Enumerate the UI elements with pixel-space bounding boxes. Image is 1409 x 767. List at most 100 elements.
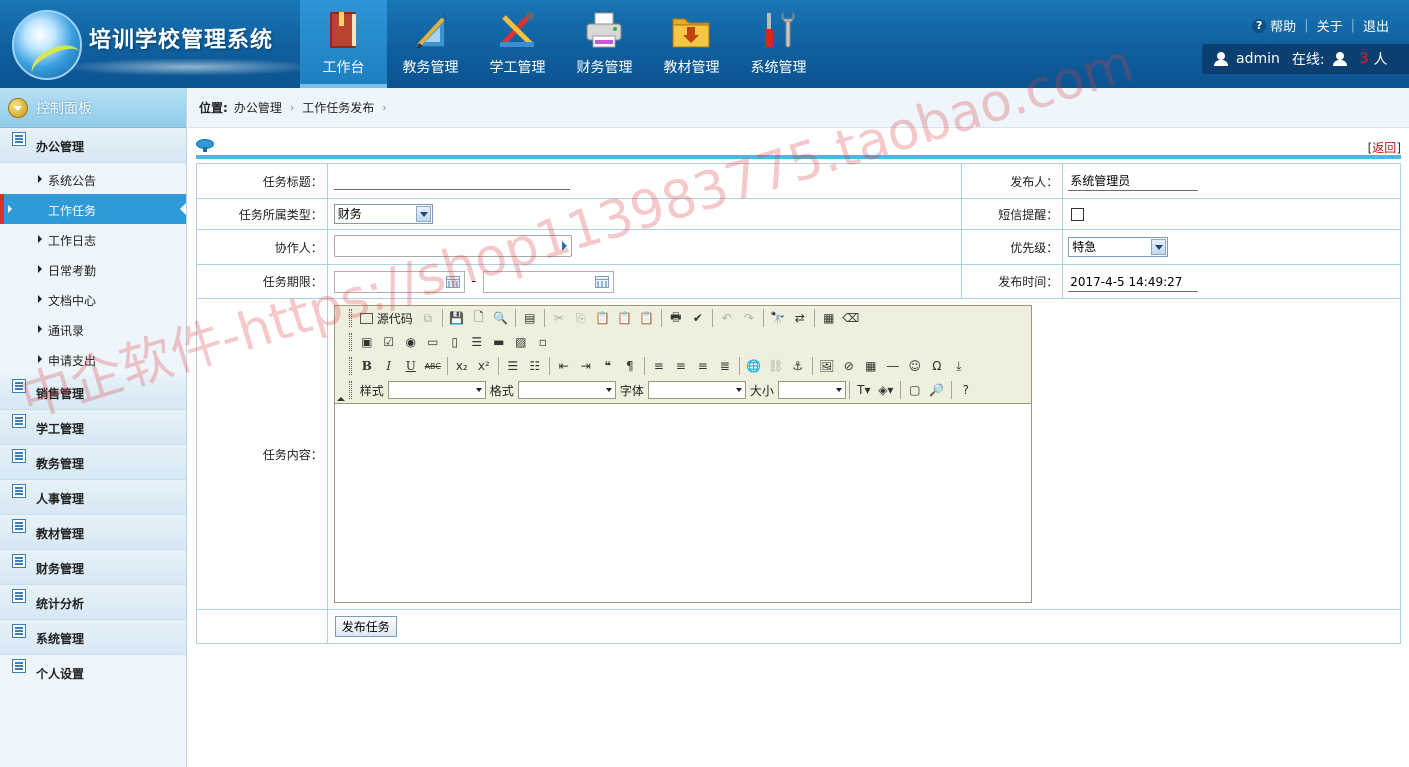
format-combo[interactable]	[517, 381, 616, 399]
bg-color-icon[interactable]: ◈▾	[875, 379, 897, 401]
replace-icon[interactable]: ⇄	[789, 307, 811, 329]
save-icon[interactable]: 💾	[446, 307, 468, 329]
back-link[interactable]: [返回]	[1368, 139, 1401, 156]
nav-item-system[interactable]: 系统管理	[735, 0, 822, 88]
hidden-field-icon[interactable]: ▫	[532, 331, 554, 353]
superscript-icon[interactable]: x²	[473, 355, 495, 377]
deadline-start-input[interactable]	[333, 270, 465, 293]
checkbox-icon[interactable]: ☑	[378, 331, 400, 353]
page-break-icon[interactable]: ⤓	[948, 355, 970, 377]
sidebar-item-expense-request[interactable]: 申请支出	[0, 344, 186, 374]
publish-time-field[interactable]: 2017-4-5 14:49:27	[1068, 272, 1199, 292]
sidebar-group-materials[interactable]: 教材管理	[0, 515, 186, 550]
sidebar-group-finance[interactable]: 财务管理	[0, 550, 186, 585]
align-left-icon[interactable]: ≡	[648, 355, 670, 377]
link-icon[interactable]: 🌐	[743, 355, 765, 377]
paste-text-icon[interactable]: 📋	[614, 307, 636, 329]
bullet-list-icon[interactable]: ☷	[524, 355, 546, 377]
horizontal-rule-icon[interactable]: ―	[882, 355, 904, 377]
undo-icon[interactable]: ↶	[716, 307, 738, 329]
special-char-icon[interactable]: Ω	[926, 355, 948, 377]
select-all-icon[interactable]: ▦	[818, 307, 840, 329]
publish-task-button[interactable]: 发布任务	[334, 616, 397, 637]
breadcrumb-item[interactable]: 工作任务发布	[302, 99, 374, 116]
editor-content-area[interactable]	[334, 404, 1031, 602]
form-icon[interactable]: ▣	[356, 331, 378, 353]
task-type-select[interactable]: 财务	[333, 204, 433, 224]
smiley-icon[interactable]: ☺	[904, 355, 926, 377]
table-icon[interactable]: ▦	[860, 355, 882, 377]
about-editor-icon[interactable]: ?	[955, 379, 977, 401]
nav-item-student-affairs[interactable]: 学工管理	[474, 0, 561, 88]
sidebar-item-attendance[interactable]: 日常考勤	[0, 254, 186, 284]
sidebar-group-student-affairs[interactable]: 学工管理	[0, 410, 186, 445]
nav-item-workbench[interactable]: 工作台	[300, 0, 387, 88]
templates-icon[interactable]: ▤	[519, 307, 541, 329]
select-field-icon[interactable]: ☰	[466, 331, 488, 353]
textfield-icon[interactable]: ▭	[422, 331, 444, 353]
font-combo[interactable]	[647, 381, 746, 399]
task-title-input[interactable]	[333, 170, 570, 190]
priority-select[interactable]: 特急	[1068, 237, 1169, 257]
control-panel-header[interactable]: 控制面板	[0, 88, 186, 128]
source-button[interactable]: 源代码	[356, 307, 417, 329]
nav-item-academic[interactable]: 教务管理	[387, 0, 474, 88]
copy-icon[interactable]: ⎘	[570, 307, 592, 329]
indent-icon[interactable]: ⇥	[575, 355, 597, 377]
deadline-end-input[interactable]	[482, 270, 614, 293]
sidebar-item-documents[interactable]: 文档中心	[0, 284, 186, 314]
sidebar-group-system[interactable]: 系统管理	[0, 620, 186, 655]
numbered-list-icon[interactable]: ☰	[502, 355, 524, 377]
textarea-icon[interactable]: ▯	[444, 331, 466, 353]
toolbar-collapse-icon[interactable]	[336, 397, 345, 401]
sidebar-group-statistics[interactable]: 统计分析	[0, 585, 186, 620]
find-icon[interactable]: 🔭	[767, 307, 789, 329]
nav-item-finance[interactable]: 财务管理	[561, 0, 648, 88]
button-field-icon[interactable]: ▬	[488, 331, 510, 353]
subscript-icon[interactable]: x₂	[451, 355, 473, 377]
preview-icon[interactable]: 🔍	[490, 307, 512, 329]
remove-format-icon[interactable]: ⌫	[840, 307, 862, 329]
paste-icon[interactable]: 📋	[592, 307, 614, 329]
text-color-icon[interactable]: T▾	[853, 379, 875, 401]
italic-icon[interactable]: I	[378, 355, 400, 377]
blockquote-icon[interactable]: ❝	[597, 355, 619, 377]
sidebar-group-personal[interactable]: 个人设置	[0, 655, 186, 690]
sidebar-item-contacts[interactable]: 通讯录	[0, 314, 186, 344]
spellcheck-icon[interactable]: ✔	[687, 307, 709, 329]
align-justify-icon[interactable]: ≣	[714, 355, 736, 377]
anchor-icon[interactable]: ⚓	[787, 355, 809, 377]
about-link[interactable]: 关于	[1317, 16, 1343, 35]
calendar-icon[interactable]	[594, 275, 609, 288]
outdent-icon[interactable]: ⇤	[553, 355, 575, 377]
sms-checkbox[interactable]	[1071, 208, 1085, 221]
sidebar-item-announcements[interactable]: 系统公告	[0, 164, 186, 194]
breadcrumb-item[interactable]: 办公管理	[234, 99, 282, 116]
calendar-icon[interactable]	[445, 275, 460, 288]
flash-icon[interactable]: ⊘	[838, 355, 860, 377]
help-link[interactable]: 帮助	[1270, 16, 1296, 35]
size-combo[interactable]	[777, 381, 846, 399]
show-blocks-icon[interactable]: 🔎	[926, 379, 948, 401]
style-combo[interactable]	[387, 381, 486, 399]
radio-icon[interactable]: ◉	[400, 331, 422, 353]
sidebar-group-sales[interactable]: 销售管理	[0, 375, 186, 410]
copy-format-icon[interactable]: ⧉	[417, 307, 439, 329]
bold-icon[interactable]: B	[356, 355, 378, 377]
print-icon[interactable]: 🖶	[665, 307, 687, 329]
new-page-icon[interactable]: 🗋	[468, 307, 490, 329]
image-button-icon[interactable]: ▨	[510, 331, 532, 353]
image-icon[interactable]: 🖼	[816, 355, 838, 377]
sidebar-group-academic[interactable]: 教务管理	[0, 445, 186, 480]
redo-icon[interactable]: ↷	[738, 307, 760, 329]
div-icon[interactable]: ¶	[619, 355, 641, 377]
sidebar-item-work-log[interactable]: 工作日志	[0, 224, 186, 254]
logout-link[interactable]: 退出	[1363, 16, 1389, 35]
nav-item-materials[interactable]: 教材管理	[648, 0, 735, 88]
sidebar-group-hr[interactable]: 人事管理	[0, 480, 186, 515]
align-right-icon[interactable]: ≡	[692, 355, 714, 377]
maximize-icon[interactable]: ▢	[904, 379, 926, 401]
unlink-icon[interactable]: ⛓	[765, 355, 787, 377]
paste-word-icon[interactable]: 📋	[636, 307, 658, 329]
collaborator-picker[interactable]	[333, 234, 572, 257]
